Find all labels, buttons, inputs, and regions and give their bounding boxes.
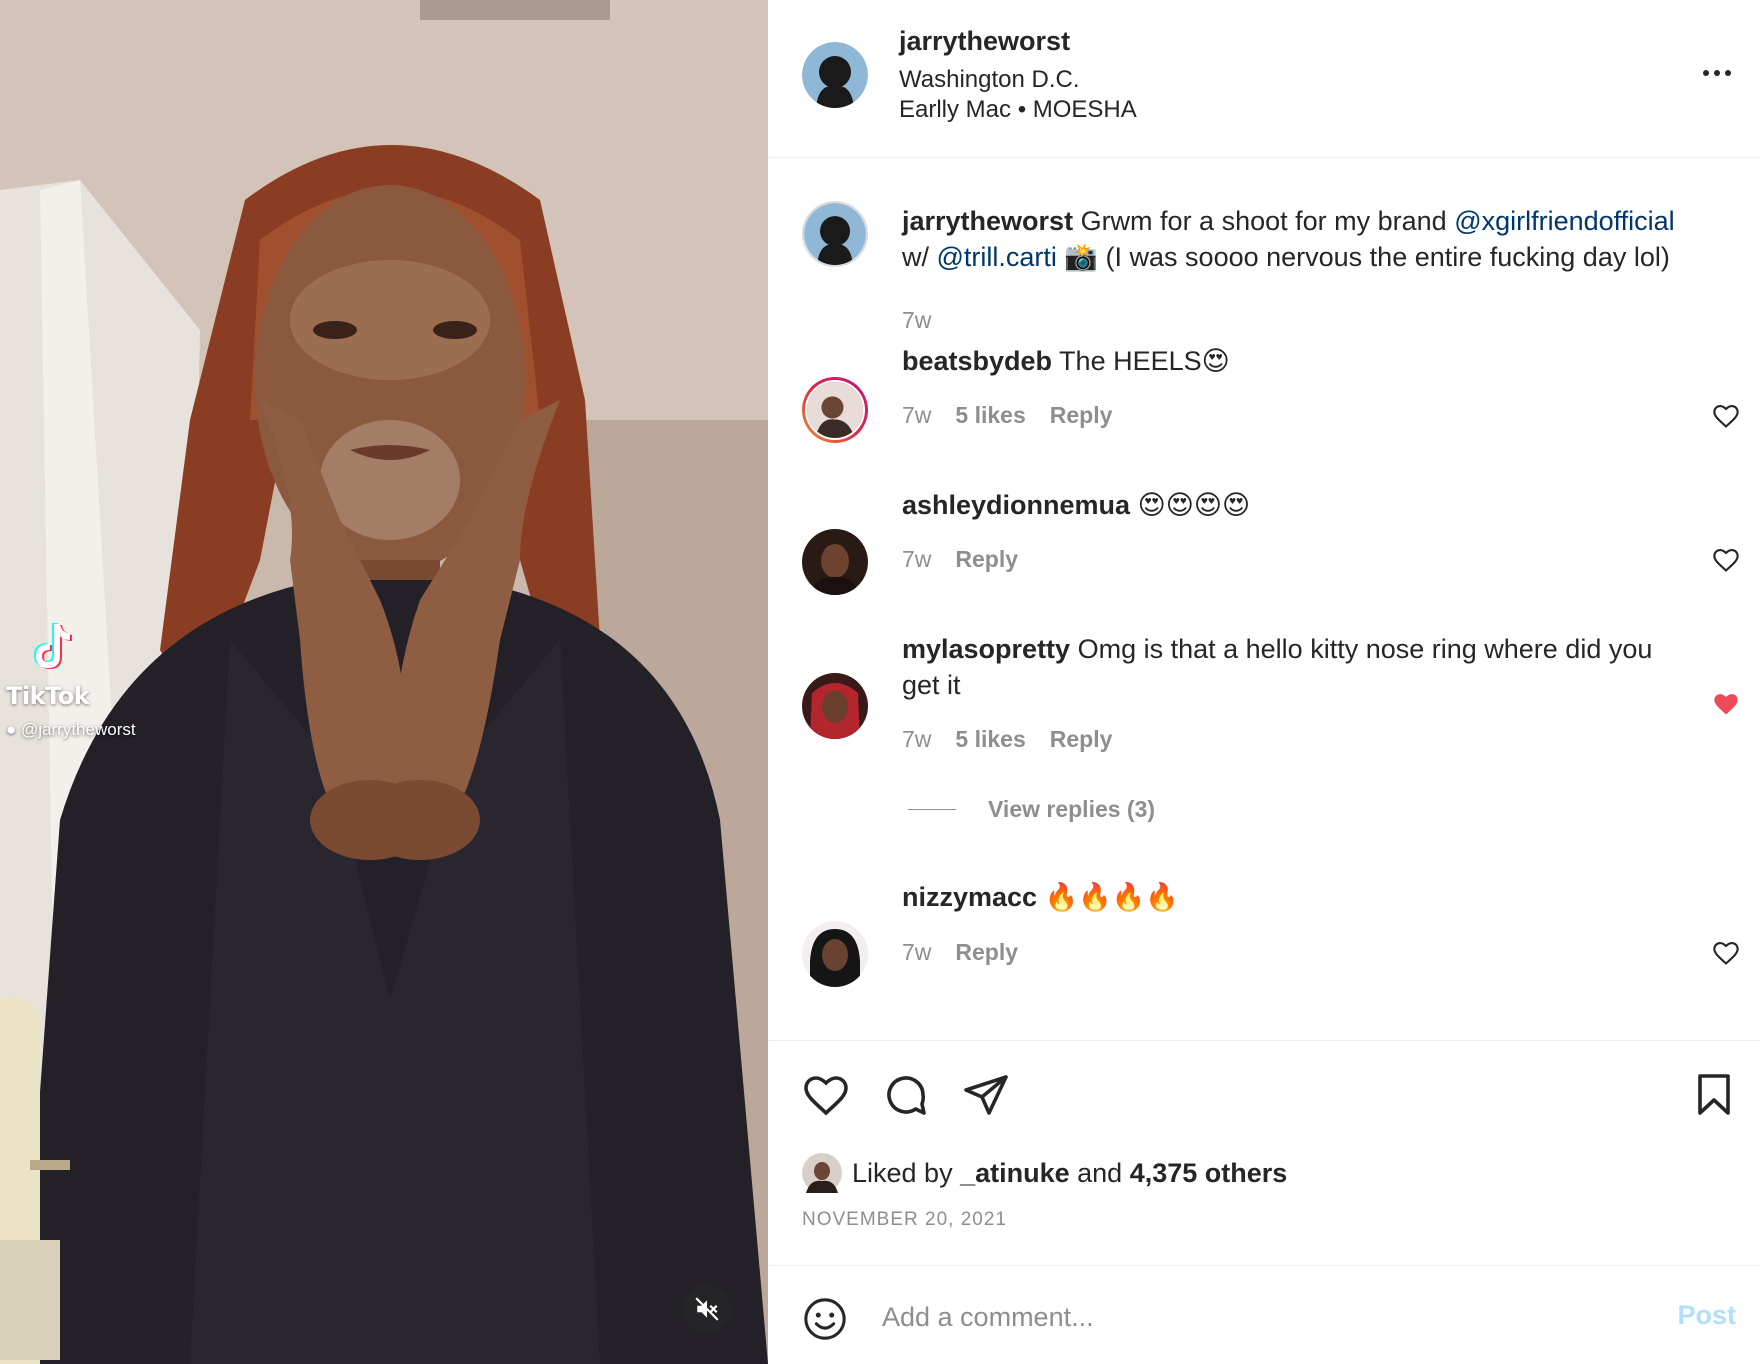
comment-username[interactable]: nizzymacc — [902, 882, 1037, 912]
liked-by-username[interactable]: _atinuke — [960, 1158, 1070, 1188]
comment-reply-button[interactable]: Reply — [955, 546, 1018, 573]
tiktok-logo-icon — [34, 623, 72, 669]
comment-username[interactable]: beatsbydeb — [902, 346, 1052, 376]
comment-meta: 7w 5 likes Reply — [902, 726, 1112, 753]
comment-meta: 7w Reply — [902, 939, 1018, 966]
like-heart-icon[interactable] — [802, 1071, 850, 1119]
caption-meta: 7w — [902, 307, 931, 334]
comment-avatar[interactable] — [802, 673, 868, 739]
comment-avatar-image — [802, 673, 868, 739]
author-avatar[interactable] — [802, 42, 868, 108]
caption-author-avatar[interactable] — [802, 201, 868, 267]
comment-avatar-image — [802, 529, 868, 595]
comment-reply-button[interactable]: Reply — [1050, 726, 1113, 753]
liked-by-summary: Liked by _atinuke and 4,375 others — [802, 1153, 1287, 1193]
comment-avatar-image — [805, 380, 865, 440]
author-avatar-image — [802, 42, 868, 108]
comment-meta: 7w 5 likes Reply — [902, 402, 1112, 429]
comment-time[interactable]: 7w — [902, 939, 931, 966]
comment-time[interactable]: 7w — [902, 402, 931, 429]
comment-text: ashleydionnemua 😍😍😍😍 — [902, 490, 1251, 520]
comment-like-heart-icon[interactable] — [1712, 402, 1740, 430]
more-options-button[interactable] — [1692, 58, 1742, 88]
post-header: jarrytheworst Washington D.C. Earlly Mac… — [768, 0, 1760, 158]
video-frame — [0, 0, 768, 1364]
comment-avatar-image — [802, 921, 868, 987]
mention-link[interactable]: @trill.carti — [937, 242, 1057, 272]
bookmark-icon[interactable] — [1690, 1071, 1738, 1119]
comment-likes[interactable]: 5 likes — [955, 402, 1025, 429]
comment-bubble-icon[interactable] — [882, 1071, 930, 1119]
user-icon: ● — [6, 720, 17, 739]
comment-meta: 7w Reply — [902, 546, 1018, 573]
comment-time[interactable]: 7w — [902, 726, 931, 753]
caption-time[interactable]: 7w — [902, 307, 931, 334]
comment-reply-button[interactable]: Reply — [955, 939, 1018, 966]
post-date[interactable]: NOVEMBER 20, 2021 — [802, 1209, 1007, 1231]
mute-toggle-button[interactable] — [683, 1285, 731, 1333]
comment-likes[interactable]: 5 likes — [955, 726, 1025, 753]
tiktok-watermark-name: TikTok — [6, 682, 90, 710]
comment-avatar[interactable] — [802, 377, 868, 443]
post-media-video[interactable]: TikTok ● @jarrytheworst — [0, 0, 768, 1364]
post-actions: Liked by _atinuke and 4,375 others NOVEM… — [768, 1040, 1760, 1265]
more-horizontal-icon — [1703, 70, 1709, 76]
post-comment-button[interactable]: Post — [1677, 1300, 1736, 1331]
comment-username[interactable]: ashleydionnemua — [902, 490, 1130, 520]
liked-by-avatar[interactable] — [802, 1153, 842, 1193]
speaker-muted-icon — [695, 1297, 719, 1321]
comment-avatar[interactable] — [802, 921, 868, 987]
comment-time[interactable]: 7w — [902, 546, 931, 573]
comment-like-heart-icon[interactable] — [1712, 546, 1740, 574]
post-location[interactable]: Washington D.C. — [899, 66, 1080, 94]
comment-liked-heart-icon[interactable] — [1712, 690, 1740, 718]
comment-avatar[interactable] — [802, 529, 868, 595]
comment-text: mylasopretty Omg is that a hello kitty n… — [902, 634, 1653, 700]
comment-text: nizzymacc 🔥🔥🔥🔥 — [902, 882, 1180, 912]
caption-username[interactable]: jarrytheworst — [902, 206, 1073, 236]
replies-divider-line — [908, 809, 956, 810]
author-username[interactable]: jarrytheworst — [899, 26, 1070, 57]
mention-link[interactable]: @xgirlfriendofficial — [1454, 206, 1675, 236]
liked-by-others-link[interactable]: 4,375 others — [1130, 1158, 1288, 1188]
add-comment-bar: Post — [768, 1265, 1760, 1364]
view-replies-button[interactable]: View replies (3) — [908, 796, 1155, 823]
tiktok-watermark-handle: ● @jarrytheworst — [6, 720, 136, 739]
post-caption: jarrytheworst Grwm for a shoot for my br… — [902, 206, 1675, 272]
post-details-panel: jarrytheworst Washington D.C. Earlly Mac… — [768, 0, 1760, 1364]
comment-reply-button[interactable]: Reply — [1050, 402, 1113, 429]
comment-username[interactable]: mylasopretty — [902, 634, 1070, 664]
share-paper-plane-icon[interactable] — [962, 1071, 1010, 1119]
comments-list[interactable]: jarrytheworst Grwm for a shoot for my br… — [768, 159, 1760, 1040]
emoji-smiley-icon[interactable] — [802, 1296, 848, 1342]
caption-avatar-image — [804, 203, 866, 265]
comment-like-heart-icon[interactable] — [1712, 939, 1740, 967]
comment-text: beatsbydeb The HEELS😍 — [902, 346, 1230, 376]
post-audio[interactable]: Earlly Mac • MOESHA — [899, 96, 1137, 124]
add-comment-input[interactable] — [882, 1292, 1642, 1342]
